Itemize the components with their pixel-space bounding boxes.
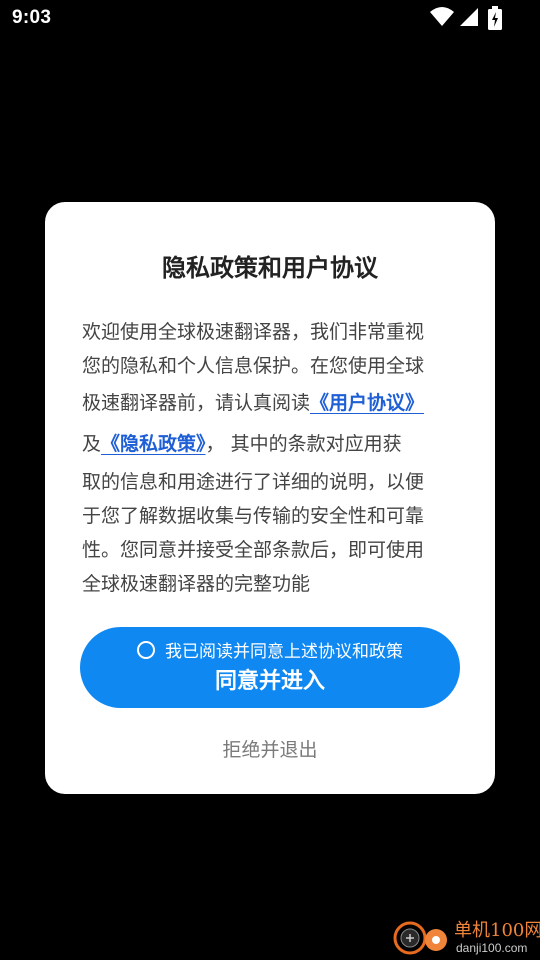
body-line-7: 性。您同意并接受全部条款后，即可使用 [82,539,425,561]
screen: 9:03 隐私政策和用户协议 欢迎使用全球极速翻译器，我们非常重视 您的隐私和个… [0,0,540,960]
body-line-3: 极速翻译器前，请认真阅读《用户协议》 [82,383,460,424]
body-line-3-text: 极速翻译器前，请认真阅读 [82,392,311,414]
battery-charging-icon [488,6,502,30]
watermark: 单机100网 danji100.com [390,914,540,960]
reject-and-exit-button[interactable]: 拒绝并退出 [45,737,495,763]
consent-text: 我已阅读并同意上述协议和政策 [165,642,403,662]
body-line-8: 全球极速翻译器的完整功能 [82,573,311,595]
body-line-1: 欢迎使用全球极速翻译器，我们非常重视 [82,321,425,343]
dialog-title: 隐私政策和用户协议 [162,254,378,282]
status-time: 9:03 [12,7,52,28]
agree-and-enter-button[interactable]: 我已阅读并同意上述协议和政策 同意并进入 [80,627,460,708]
consent-checkbox[interactable]: 我已阅读并同意上述协议和政策 [80,641,460,663]
watermark-url: danji100.com [456,941,528,955]
agree-button-label: 同意并进入 [214,669,325,694]
body-line-4-suffix: ， 其中的条款对应用获 [205,433,402,455]
body-line-5: 取的信息和用途进行了详细的说明，以便 [82,471,425,493]
wifi-icon [430,7,454,26]
dialog-body: 欢迎使用全球极速翻译器，我们非常重视 您的隐私和个人信息保护。在您使用全球 极速… [82,315,460,601]
body-line-4-prefix: 及 [82,433,102,455]
user-agreement-link[interactable]: 《用户协议》 [310,392,424,414]
body-line-6: 于您了解数据收集与传输的安全性和可靠 [82,505,425,527]
watermark-logo-icon [393,921,447,955]
radio-circle-icon[interactable] [137,641,155,659]
cellular-signal-icon [460,8,478,26]
body-line-2: 您的隐私和个人信息保护。在您使用全球 [82,355,425,377]
status-bar: 9:03 [0,0,540,36]
body-line-4: 及《隐私政策》， 其中的条款对应用获 [82,424,460,465]
privacy-dialog: 隐私政策和用户协议 欢迎使用全球极速翻译器，我们非常重视 您的隐私和个人信息保护… [45,202,495,794]
privacy-policy-link[interactable]: 《隐私政策》 [101,433,206,455]
watermark-name: 单机100网 [454,920,540,941]
